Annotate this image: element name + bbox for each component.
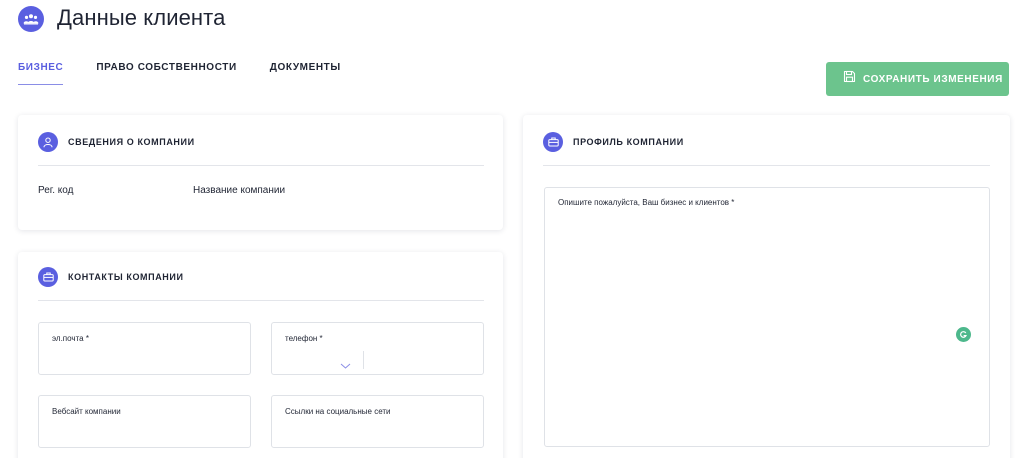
social-links-label: Ссылки на социальные сети xyxy=(285,407,391,416)
divider xyxy=(38,165,484,166)
company-info-header: СВЕДЕНИЯ О КОМПАНИИ xyxy=(38,132,195,152)
email-label: эл.почта * xyxy=(52,334,89,343)
company-info-title: СВЕДЕНИЯ О КОМПАНИИ xyxy=(68,137,195,147)
tab-bar: БИЗНЕС ПРАВО СОБСТВЕННОСТИ ДОКУМЕНТЫ xyxy=(18,62,374,85)
company-contacts-title: КОНТАКТЫ КОМПАНИИ xyxy=(68,272,184,282)
reg-code-label: Рег. код xyxy=(38,185,74,196)
company-profile-header: ПРОФИЛЬ КОМПАНИИ xyxy=(543,132,684,152)
tab-business[interactable]: БИЗНЕС xyxy=(18,62,64,85)
tab-documents[interactable]: ДОКУМЕНТЫ xyxy=(270,62,341,85)
save-changes-label: СОХРАНИТЬ ИЗМЕНЕНИЯ xyxy=(863,73,1003,85)
website-label: Вебсайт компании xyxy=(52,407,121,416)
divider xyxy=(543,165,990,166)
social-links-field[interactable]: Ссылки на социальные сети xyxy=(271,395,484,448)
company-info-card: СВЕДЕНИЯ О КОМПАНИИ Рег. код Название ко… xyxy=(18,115,503,230)
company-profile-title: ПРОФИЛЬ КОМПАНИИ xyxy=(573,137,684,147)
user-icon xyxy=(38,132,58,152)
briefcase-icon xyxy=(38,267,58,287)
save-changes-button[interactable]: СОХРАНИТЬ ИЗМЕНЕНИЯ xyxy=(826,62,1009,96)
briefcase-icon xyxy=(543,132,563,152)
business-description-label: Опишите пожалуйста, Ваш бизнес и клиенто… xyxy=(558,198,735,207)
floppy-disk-icon xyxy=(843,70,856,88)
chevron-down-icon[interactable] xyxy=(340,356,351,374)
company-profile-card: ПРОФИЛЬ КОМПАНИИ Опишите пожалуйста, Ваш… xyxy=(523,115,1010,458)
company-contacts-header: КОНТАКТЫ КОМПАНИИ xyxy=(38,267,184,287)
website-field[interactable]: Вебсайт компании xyxy=(38,395,251,448)
page-title: Данные клиента xyxy=(57,5,226,30)
phone-field[interactable]: телефон * xyxy=(271,322,484,375)
phone-label: телефон * xyxy=(285,334,323,343)
company-contacts-card: КОНТАКТЫ КОМПАНИИ эл.почта * телефон * В… xyxy=(18,252,503,458)
team-icon xyxy=(18,6,44,32)
divider xyxy=(38,300,484,301)
divider xyxy=(363,351,364,369)
grammarly-icon[interactable] xyxy=(956,327,971,342)
tab-ownership[interactable]: ПРАВО СОБСТВЕННОСТИ xyxy=(96,62,236,85)
company-name-label: Название компании xyxy=(193,185,286,196)
client-data-page: Данные клиента БИЗНЕС ПРАВО СОБСТВЕННОСТ… xyxy=(0,0,1024,458)
email-field[interactable]: эл.почта * xyxy=(38,322,251,375)
business-description-textarea[interactable]: Опишите пожалуйста, Ваш бизнес и клиенто… xyxy=(544,187,990,447)
